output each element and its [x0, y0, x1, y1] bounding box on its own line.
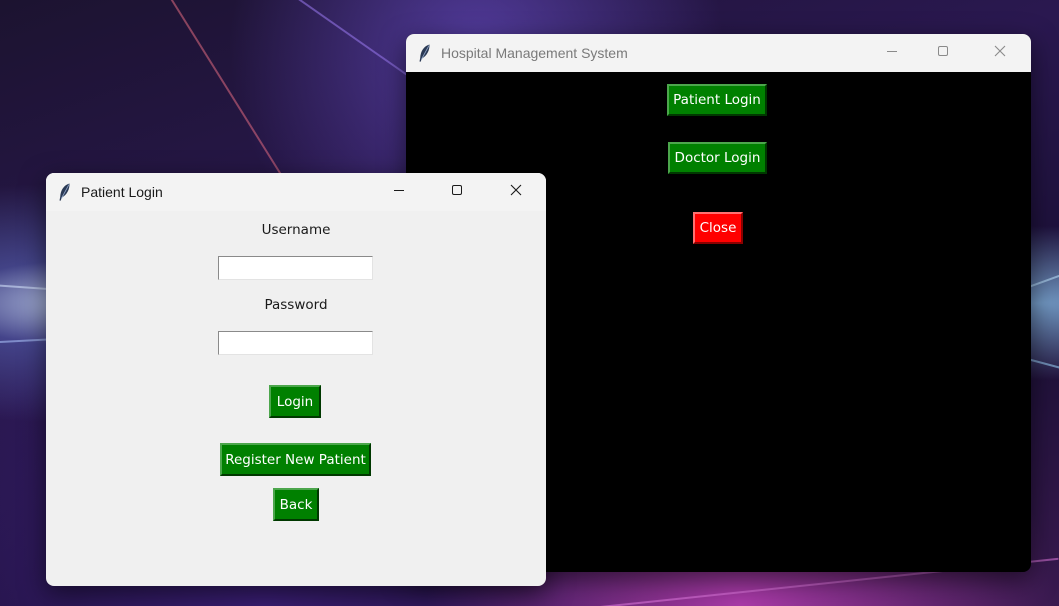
- close-window-button[interactable]: [977, 34, 1023, 72]
- username-field[interactable]: [218, 256, 373, 280]
- close-icon: [994, 44, 1006, 62]
- username-label: Username: [261, 222, 331, 238]
- login-button[interactable]: Login: [269, 385, 321, 418]
- wallpaper-streak: [129, 0, 291, 189]
- maximize-icon: [937, 44, 949, 62]
- patient-login-window: Patient Login Username Password Login Re…: [46, 173, 546, 586]
- main-window-titlebar[interactable]: Hospital Management System: [406, 34, 1031, 72]
- minimize-button[interactable]: [869, 34, 915, 72]
- patient-login-button[interactable]: Patient Login: [667, 84, 767, 116]
- back-button[interactable]: Back: [273, 488, 319, 521]
- wallpaper-streak: [222, 0, 438, 97]
- register-new-patient-button[interactable]: Register New Patient: [220, 443, 371, 476]
- feather-icon: [418, 44, 432, 62]
- close-button[interactable]: Close: [693, 212, 743, 244]
- password-label: Password: [264, 297, 328, 313]
- maximize-icon: [451, 183, 463, 201]
- minimize-icon: [393, 183, 405, 201]
- window-title: Patient Login: [81, 184, 163, 200]
- window-title: Hospital Management System: [441, 45, 628, 61]
- maximize-button[interactable]: [920, 34, 966, 72]
- close-window-button[interactable]: [493, 173, 539, 211]
- patient-login-titlebar[interactable]: Patient Login: [46, 173, 546, 211]
- minimize-button[interactable]: [376, 173, 422, 211]
- feather-icon: [58, 183, 72, 201]
- doctor-login-button[interactable]: Doctor Login: [668, 142, 767, 174]
- maximize-button[interactable]: [434, 173, 480, 211]
- patient-login-content: Username Password Login Register New Pat…: [46, 211, 546, 586]
- password-field[interactable]: [218, 331, 373, 355]
- minimize-icon: [886, 44, 898, 62]
- close-icon: [510, 183, 522, 201]
